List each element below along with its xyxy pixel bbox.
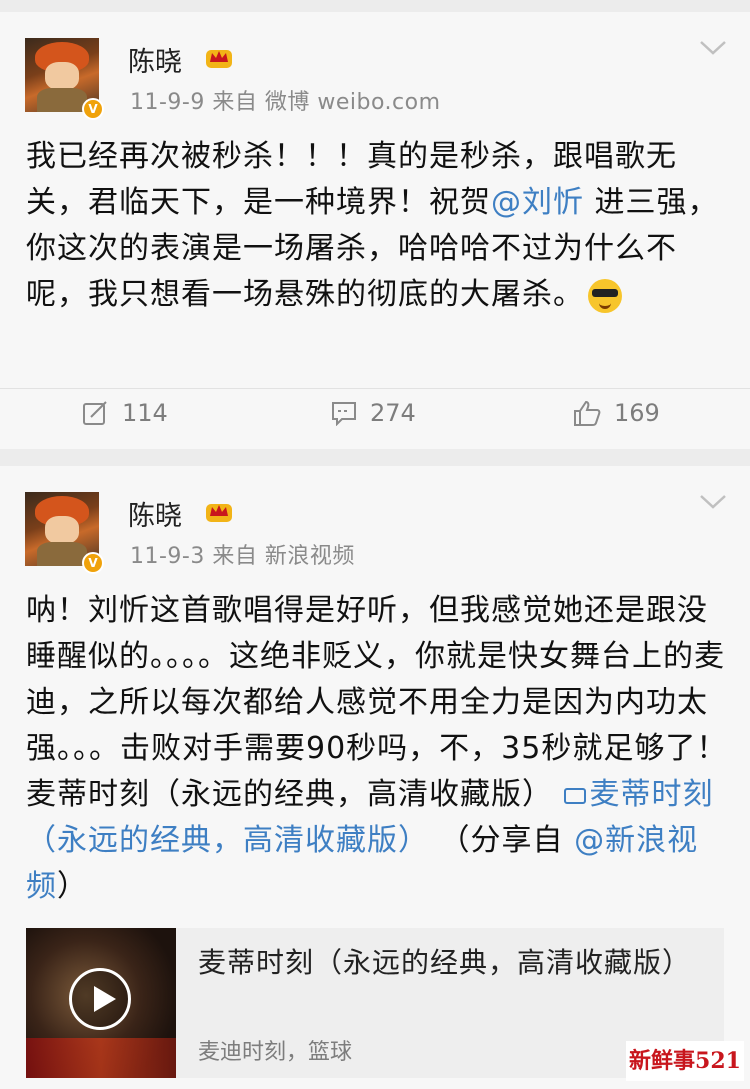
video-thumbnail[interactable] [26,928,176,1078]
weibo-post-1: V 陈晓 11-9-9 来自 微博 weibo.com 我已经再次被秒杀！！！真… [0,12,750,449]
post-text: 我已经再次被秒杀！！！真的是秒杀，跟唱歌无关，君临天下，是一种境界！祝贺@刘忻 … [26,134,730,318]
avatar-body [37,88,87,112]
repost-count: 114 [122,399,168,427]
avatar-body [37,542,87,566]
post-text: 呐！刘忻这首歌唱得是好听，但我感觉她还是跟没睡醒似的。。。。这绝非贬义，你就是快… [26,588,730,910]
chevron-down-icon[interactable] [698,492,728,512]
like-count: 169 [614,399,660,427]
action-bar: 114 274 169 [0,388,750,449]
repost-button[interactable]: 114 [82,399,168,427]
comment-icon [332,402,356,426]
comment-button[interactable]: 274 [330,399,416,427]
avatar-face [45,516,79,544]
chevron-down-icon[interactable] [698,38,728,58]
thumbs-up-icon [574,400,601,426]
verified-badge-icon: V [82,98,104,120]
video-link-icon [563,787,586,804]
video-title: 麦蒂时刻（永远的经典，高清收藏版） [198,946,692,979]
share-text: （分享自 [429,823,575,858]
video-tags: 麦迪时刻，篮球 [198,1040,353,1065]
user-name[interactable]: 陈晓 [128,40,182,79]
cool-emoji-icon [588,278,622,313]
avatar-face [45,62,79,90]
repost-icon [83,401,107,425]
post-meta: 11-9-3 来自 新浪视频 [130,544,355,569]
video-card[interactable]: 麦蒂时刻（永远的经典，高清收藏版） 麦迪时刻，篮球 [26,928,724,1078]
comment-count: 274 [370,399,416,427]
crown-icon [206,50,232,68]
post-meta: 11-9-9 来自 微博 weibo.com [130,90,441,115]
crown-icon [206,504,232,522]
like-button[interactable]: 169 [572,399,660,427]
thumbnail-crowd [26,1038,176,1078]
user-name[interactable]: 陈晓 [128,494,182,533]
weibo-post-2: V 陈晓 11-9-3 来自 新浪视频 呐！刘忻这首歌唱得是好听，但我感觉她还是… [0,466,750,1089]
share-text-end: ） [57,869,88,904]
mention-link[interactable]: @刘忻 [491,185,584,220]
site-watermark: 新鲜事521 [626,1041,744,1081]
verified-badge-icon: V [82,552,104,574]
play-icon[interactable] [69,968,131,1030]
